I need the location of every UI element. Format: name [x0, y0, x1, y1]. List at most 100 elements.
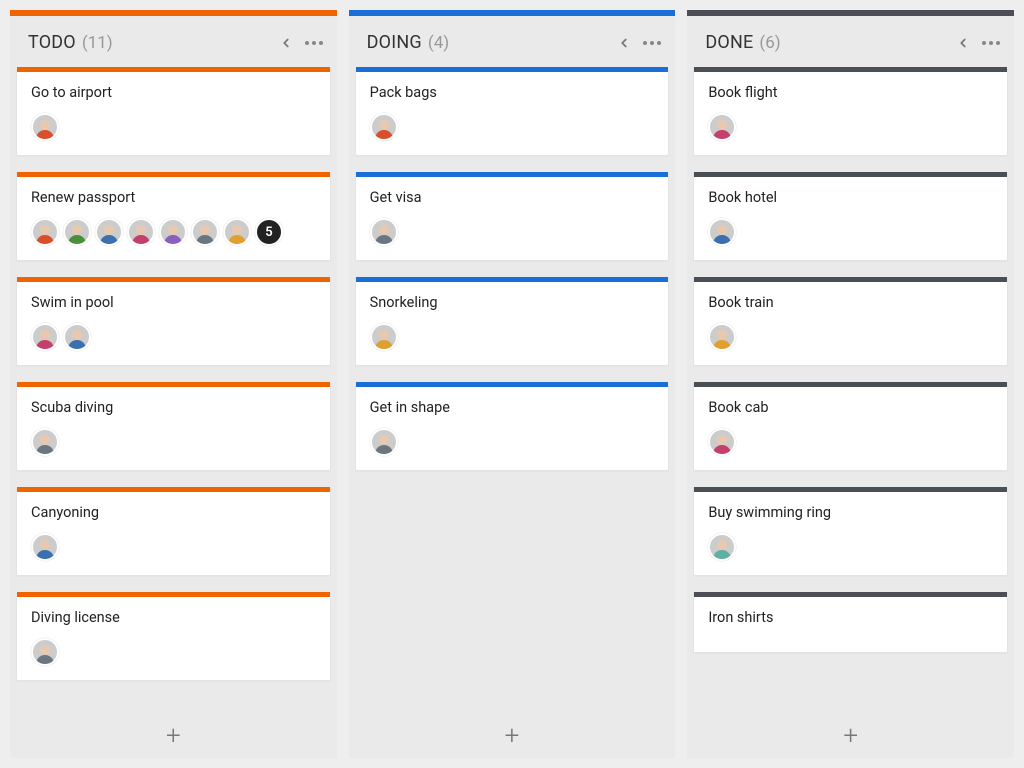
more-icon[interactable]: [982, 41, 1000, 45]
card-body: Buy swimming ring: [694, 492, 1007, 575]
avatar-row: [708, 218, 993, 246]
add-card-button[interactable]: +: [349, 714, 676, 758]
card-body: Swim in pool: [17, 282, 330, 365]
column-todo: TODO(11) Go to airport Renew passport 5 Swim…: [10, 10, 337, 758]
card[interactable]: Get visa: [355, 172, 670, 261]
avatar: [708, 218, 736, 246]
avatar: [708, 323, 736, 351]
card[interactable]: Buy swimming ring: [693, 487, 1008, 576]
card-list: Go to airport Renew passport 5 Swim in pool…: [10, 67, 337, 758]
card-title: Go to airport: [31, 84, 316, 101]
card-body: Book hotel: [694, 177, 1007, 260]
column-header: DONE(6): [687, 16, 1014, 67]
column-header: DOING(4): [349, 16, 676, 67]
column-header: TODO(11): [10, 16, 337, 67]
avatar-row: [31, 113, 316, 141]
column-title: TODO: [28, 32, 76, 53]
card-title: Diving license: [31, 609, 316, 626]
card[interactable]: Diving license: [16, 592, 331, 681]
card-body: Diving license: [17, 597, 330, 680]
avatar: [223, 218, 251, 246]
card[interactable]: Pack bags: [355, 67, 670, 156]
avatar: [708, 428, 736, 456]
add-card-button[interactable]: +: [10, 714, 337, 758]
avatar-overflow[interactable]: 5: [255, 218, 283, 246]
card-title: Book hotel: [708, 189, 993, 206]
column-actions: [279, 36, 323, 50]
card[interactable]: Get in shape: [355, 382, 670, 471]
avatar-row: 5: [31, 218, 316, 246]
card[interactable]: Iron shirts: [693, 592, 1008, 653]
card-title: Snorkeling: [370, 294, 655, 311]
card-title: Iron shirts: [708, 609, 993, 626]
avatar: [191, 218, 219, 246]
card-body: Scuba diving: [17, 387, 330, 470]
avatar: [63, 323, 91, 351]
card[interactable]: Book train: [693, 277, 1008, 366]
avatar: [159, 218, 187, 246]
card[interactable]: Go to airport: [16, 67, 331, 156]
card-body: Book flight: [694, 72, 1007, 155]
kanban-board: TODO(11) Go to airport Renew passport 5 Swim…: [0, 0, 1024, 768]
card[interactable]: Scuba diving: [16, 382, 331, 471]
card-body: Get in shape: [356, 387, 669, 470]
card-body: Book train: [694, 282, 1007, 365]
avatar-row: [31, 533, 316, 561]
avatar: [63, 218, 91, 246]
column-title: DOING: [367, 32, 422, 53]
avatar: [370, 323, 398, 351]
card-title: Book train: [708, 294, 993, 311]
avatar: [370, 428, 398, 456]
avatar-row: [31, 428, 316, 456]
avatar: [370, 218, 398, 246]
avatar: [95, 218, 123, 246]
card-list: Pack bags Get visa Snorkeling Get in shape: [349, 67, 676, 758]
avatar: [31, 428, 59, 456]
column-done: DONE(6)Book flightBook hotelBook trainBo…: [687, 10, 1014, 758]
card-list: Book flight Book hotel Book train Book cab B…: [687, 67, 1014, 758]
chevron-left-icon[interactable]: [617, 36, 631, 50]
card-body: Snorkeling: [356, 282, 669, 365]
column-actions: [956, 36, 1000, 50]
avatar: [31, 638, 59, 666]
card-title: Get in shape: [370, 399, 655, 416]
card-body: Pack bags: [356, 72, 669, 155]
card-title: Swim in pool: [31, 294, 316, 311]
column-count: (6): [759, 33, 780, 53]
avatar-row: [370, 218, 655, 246]
avatar-row: [708, 323, 993, 351]
column-actions: [617, 36, 661, 50]
card-body: Iron shirts: [694, 597, 1007, 652]
card[interactable]: Snorkeling: [355, 277, 670, 366]
more-icon[interactable]: [643, 41, 661, 45]
card-title: Renew passport: [31, 189, 316, 206]
card-title: Get visa: [370, 189, 655, 206]
card[interactable]: Renew passport 5: [16, 172, 331, 261]
card-body: Get visa: [356, 177, 669, 260]
card-title: Scuba diving: [31, 399, 316, 416]
card[interactable]: Swim in pool: [16, 277, 331, 366]
card[interactable]: Book hotel: [693, 172, 1008, 261]
avatar: [708, 113, 736, 141]
more-icon[interactable]: [305, 41, 323, 45]
avatar-row: [708, 113, 993, 141]
avatar-row: [31, 323, 316, 351]
avatar-row: [370, 428, 655, 456]
avatar: [127, 218, 155, 246]
card[interactable]: Canyoning: [16, 487, 331, 576]
chevron-left-icon[interactable]: [956, 36, 970, 50]
avatar-row: [31, 638, 316, 666]
add-card-button[interactable]: +: [687, 714, 1014, 758]
avatar: [31, 533, 59, 561]
card-title: Pack bags: [370, 84, 655, 101]
avatar: [370, 113, 398, 141]
chevron-left-icon[interactable]: [279, 36, 293, 50]
avatar-row: [370, 113, 655, 141]
column-doing: DOING(4) Pack bags Get visa Snorkeling Get i…: [349, 10, 676, 758]
card-body: Renew passport 5: [17, 177, 330, 260]
avatar: [31, 218, 59, 246]
avatar: [708, 533, 736, 561]
card[interactable]: Book cab: [693, 382, 1008, 471]
avatar-row: [370, 323, 655, 351]
card[interactable]: Book flight: [693, 67, 1008, 156]
